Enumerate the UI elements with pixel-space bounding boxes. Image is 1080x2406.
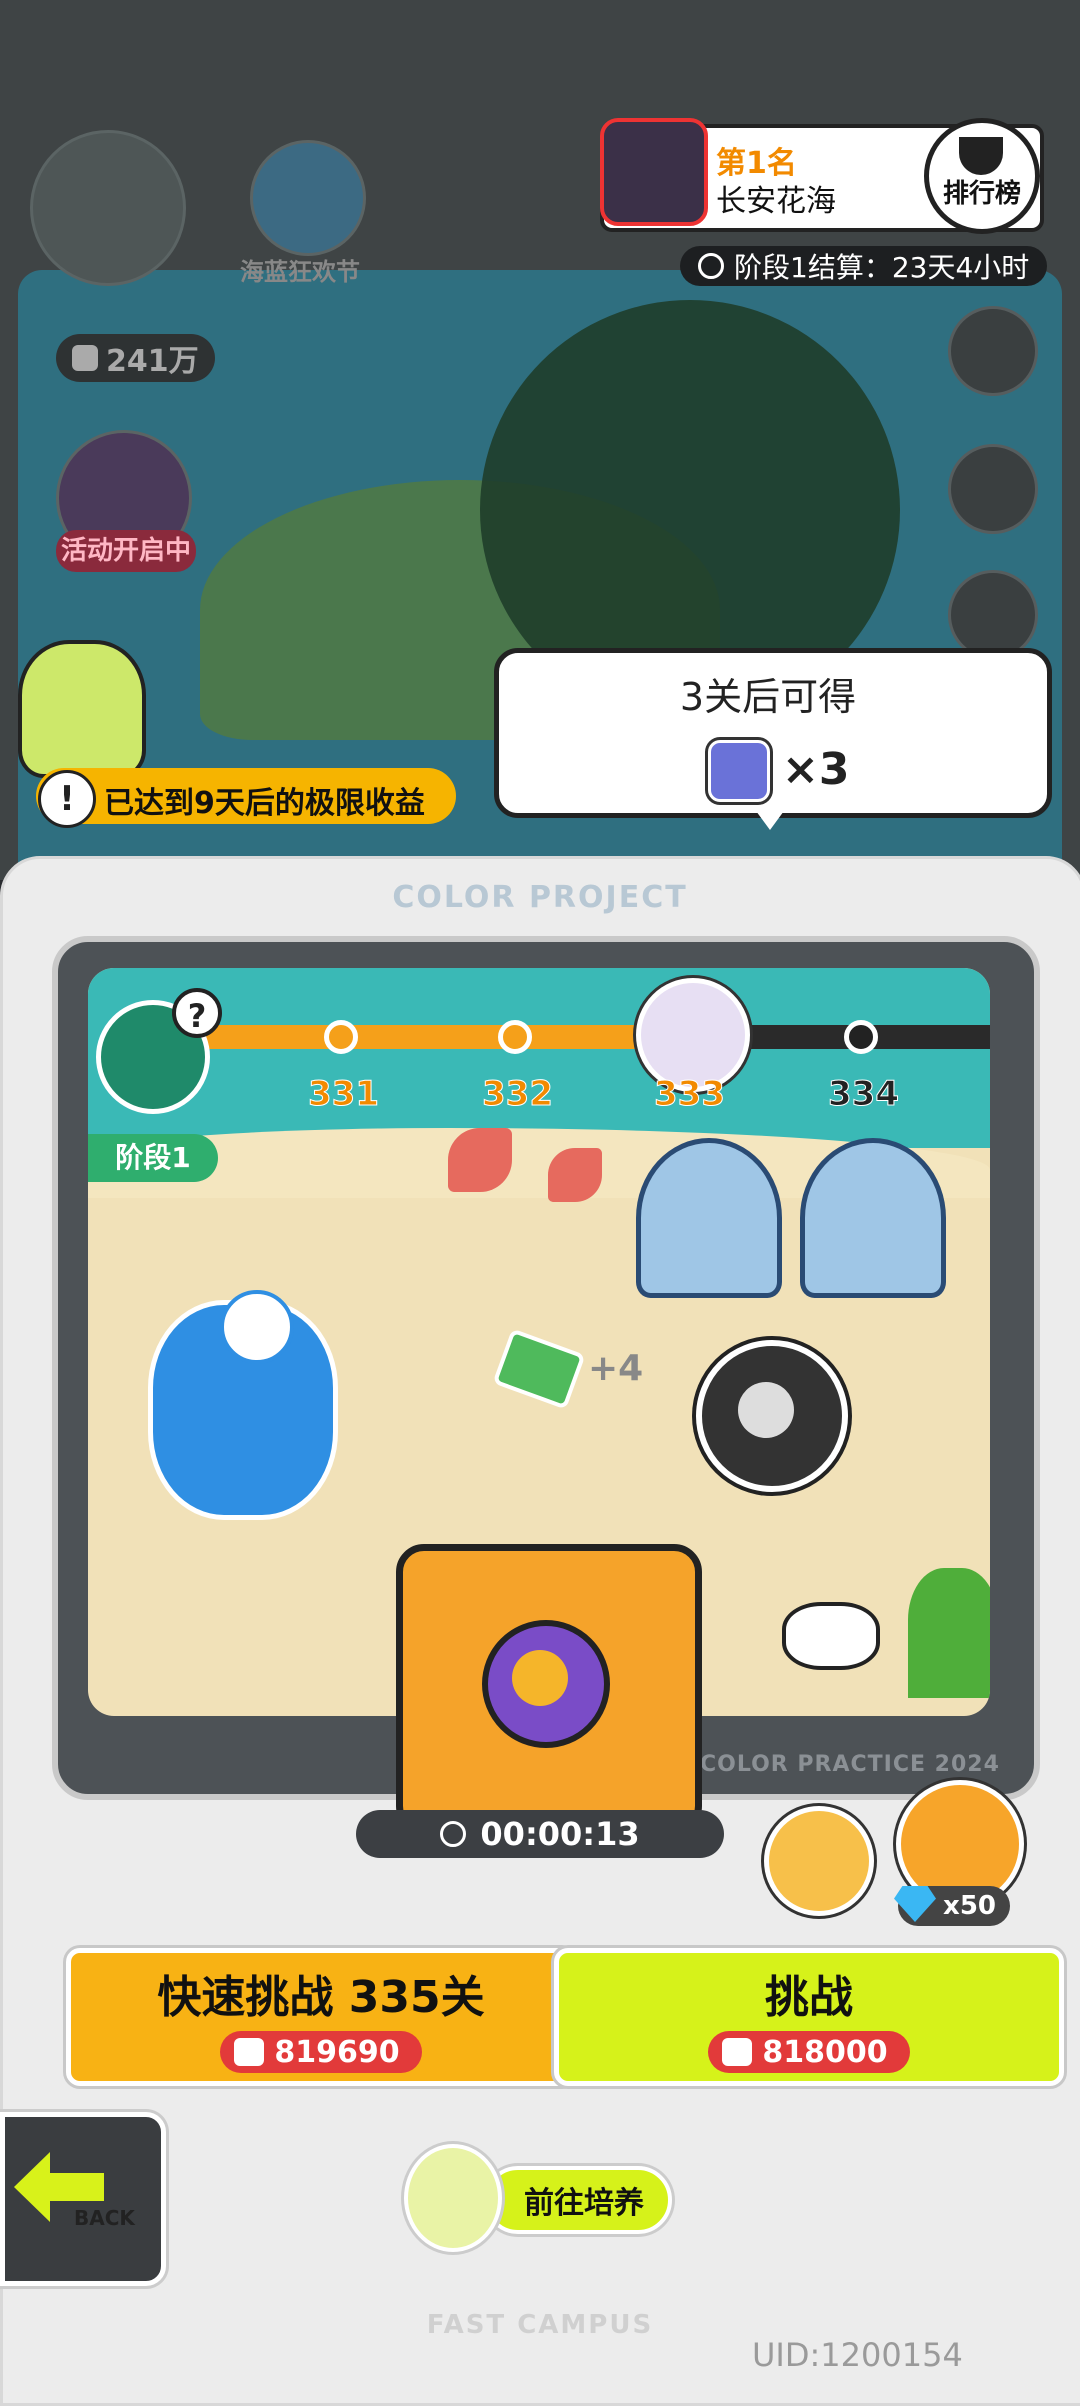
task-list-icon[interactable]	[948, 444, 1038, 534]
safe-timer-text: 00:00:13	[480, 1815, 640, 1853]
carnival-event-label: 海蓝狂欢节	[240, 258, 360, 286]
reward-item-count: ×3	[782, 744, 850, 795]
help-icon[interactable]: ?	[172, 988, 222, 1038]
reward-bubble-title: 3关后可得	[679, 675, 857, 719]
reward-bubble-tail	[748, 800, 792, 830]
alarm-clock-refresh-button[interactable]	[764, 1806, 874, 1916]
clock-icon	[698, 253, 724, 279]
power-value: 241万	[106, 344, 199, 379]
go-train-button[interactable]: 前往培养	[484, 2166, 672, 2234]
trophy-icon	[959, 137, 1003, 175]
level-label: 333	[654, 1074, 726, 1115]
panel-title: COLOR PROJECT	[392, 880, 688, 915]
level-node	[844, 1020, 878, 1054]
mask-icon[interactable]	[948, 306, 1038, 396]
challenge-label: 挑战	[765, 1972, 853, 2023]
clock-icon	[440, 1821, 467, 1847]
back-label: BACK	[74, 2206, 135, 2230]
level-node	[498, 1020, 532, 1054]
guide-character	[18, 640, 146, 778]
level-label: 331	[308, 1074, 380, 1115]
warning-icon: !	[38, 770, 96, 828]
event-character-avatar[interactable]	[30, 130, 186, 286]
shark-enemy	[800, 1138, 946, 1298]
fist-icon	[722, 2038, 753, 2066]
level-label: 334	[828, 1074, 900, 1115]
quick-challenge-label: 快速挑战 335关	[157, 1972, 485, 2023]
safe-timer: 00:00:13	[356, 1810, 724, 1858]
cash-reward-text: +4	[588, 1348, 644, 1389]
user-id: UID:1200154	[752, 2336, 963, 2374]
stage-timer-text: 阶段1结算：23天4小时	[734, 251, 1030, 284]
top-player-avatar	[600, 118, 708, 226]
shark-enemy	[636, 1138, 782, 1298]
volleyball-icon	[220, 1290, 294, 1364]
fist-icon	[234, 2038, 265, 2066]
top-player-name: 长安花海	[716, 184, 836, 219]
ticket-item-icon	[708, 740, 770, 802]
level-label: 332	[482, 1074, 554, 1115]
fist-icon	[72, 345, 98, 371]
gear-icon	[512, 1650, 568, 1706]
skull-decoration	[782, 1602, 880, 1670]
leaderboard-label: 排行榜	[942, 179, 1021, 209]
leaderboard-button[interactable]: 排行榜	[924, 118, 1040, 234]
challenge-cost-value: 818000	[762, 2034, 888, 2070]
train-character-icon	[404, 2144, 502, 2252]
quick-challenge-cost-value: 819690	[274, 2034, 400, 2070]
activity-status-badge: 活动开启中	[56, 530, 196, 572]
swim-ring-hole	[738, 1382, 794, 1438]
stage-settlement-timer: 阶段1结算：23天4小时	[680, 246, 1048, 286]
palm-tree-decoration	[908, 1568, 990, 1698]
power-display: 241万	[56, 334, 215, 382]
starfish-decoration	[548, 1148, 602, 1202]
challenge-button[interactable]: 挑战 818000	[554, 1948, 1064, 2086]
quick-challenge-button[interactable]: 快速挑战 335关 819690	[66, 1948, 576, 2086]
quick-challenge-cost: 819690	[220, 2031, 422, 2073]
limit-earnings-text: 已达到9天后的极限收益	[104, 786, 425, 821]
go-train-label: 前往培养	[524, 2186, 644, 2221]
sea-area	[88, 968, 990, 1148]
screen-watermark: COLOR PRACTICE 2024	[700, 1752, 1000, 1777]
starfish-decoration	[448, 1128, 512, 1192]
challenge-cost: 818000	[708, 2031, 910, 2073]
level-node	[324, 1020, 358, 1054]
carnival-event-icon[interactable]	[250, 140, 366, 256]
stage-tag: 阶段1	[88, 1134, 218, 1182]
star-reward-icon[interactable]	[948, 570, 1038, 660]
